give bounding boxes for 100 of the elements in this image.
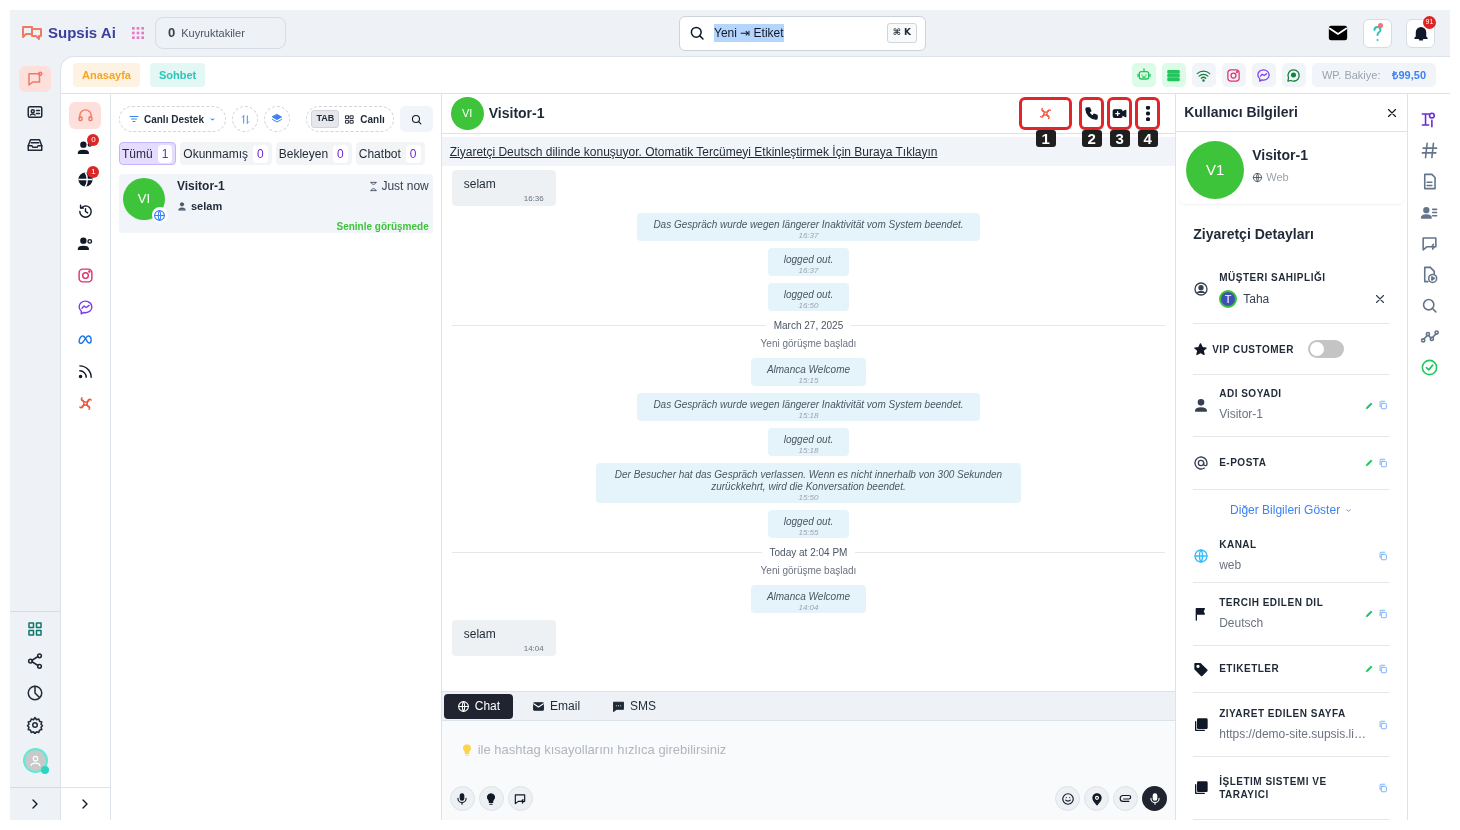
avatar: V1 bbox=[1186, 140, 1245, 199]
phone-icon bbox=[1084, 106, 1100, 121]
annotation-marker: 4 bbox=[1137, 130, 1158, 147]
channel-tab[interactable]: SMS bbox=[599, 693, 670, 719]
field-label: TERCIH EDILEN DIL bbox=[1219, 595, 1324, 609]
instagram-icon[interactable] bbox=[1226, 67, 1242, 83]
system-message: Almanca Welcome 15:15 bbox=[750, 358, 867, 386]
pie-chart-icon[interactable] bbox=[26, 684, 44, 702]
filter-tab[interactable]: Okunmamış 0 bbox=[180, 142, 272, 165]
channel-tab[interactable]: Email bbox=[519, 693, 594, 719]
balance-panel: WP. Bakiye: ₺99,50 bbox=[1311, 63, 1436, 87]
field-value: Visitor-1 bbox=[1219, 406, 1264, 424]
field-value: Deutsch bbox=[1219, 614, 1265, 632]
owner-name: Taha bbox=[1243, 291, 1270, 309]
filter-tab[interactable]: Chatbot 0 bbox=[355, 142, 425, 165]
question-mark-icon bbox=[1373, 24, 1382, 42]
show-more-link[interactable]: Diğer Bilgileri Göster bbox=[1230, 501, 1341, 520]
quick-reply-icon[interactable] bbox=[1419, 234, 1439, 253]
mail-icon bbox=[532, 699, 546, 713]
globe-icon bbox=[1193, 548, 1210, 565]
chat-person-icon[interactable] bbox=[1286, 67, 1302, 83]
microphone-button[interactable] bbox=[449, 786, 475, 811]
location-button[interactable] bbox=[1084, 786, 1110, 811]
hashtag-icon[interactable] bbox=[1419, 141, 1439, 160]
conversation-status: Seninle görüşmede bbox=[336, 219, 429, 234]
search-icon bbox=[409, 112, 423, 126]
stacked-pages-icon bbox=[1193, 716, 1210, 733]
conversation-note: Yeni görüşme başladı bbox=[760, 337, 857, 351]
channel-name: Web bbox=[1266, 170, 1289, 186]
channel-tab[interactable]: Chat bbox=[443, 693, 514, 719]
share-icon[interactable] bbox=[26, 652, 44, 670]
count-badge: 0 bbox=[87, 134, 100, 146]
quick-reply-icon bbox=[513, 791, 528, 806]
check-circle-icon[interactable] bbox=[1419, 358, 1439, 377]
field-label: ADI SOYADI bbox=[1219, 387, 1282, 401]
queue-counter[interactable]: 0 Kuyruktakiler bbox=[155, 17, 286, 49]
person-icon bbox=[176, 201, 187, 212]
messenger-icon bbox=[77, 299, 94, 316]
date-divider: March 27, 2025 bbox=[773, 319, 844, 333]
node-graph-icon[interactable] bbox=[1419, 327, 1439, 346]
headset-icon bbox=[77, 107, 94, 124]
field-label: ETIKETLER bbox=[1219, 662, 1280, 676]
contact-card-icon bbox=[26, 103, 44, 121]
attachment-button[interactable] bbox=[1113, 786, 1139, 811]
channel-nav-item[interactable]: 1 bbox=[69, 166, 102, 193]
field-value: https://demo-site.supsis.li… bbox=[1219, 725, 1366, 743]
system-message: logged out. 15:18 bbox=[767, 428, 850, 456]
more-icon bbox=[1145, 106, 1150, 121]
channel-nav-item[interactable]: 0 bbox=[69, 134, 102, 161]
quick-reply-button[interactable] bbox=[507, 786, 533, 811]
avatar: VI bbox=[450, 97, 484, 130]
system-message: Der Besucher hat das Gespräch verlassen. Wenn es nicht innerhalb von 300 Sekunden zurückkehrt, wird die Konversation beendet. 15:50 bbox=[595, 463, 1021, 503]
voice-record-button[interactable] bbox=[1142, 786, 1168, 811]
system-message: logged out. 16:37 bbox=[767, 248, 850, 276]
globe-icon bbox=[456, 699, 470, 713]
annotation-marker: 3 bbox=[1109, 130, 1130, 147]
chat-bubble-icon bbox=[26, 70, 44, 88]
vip-toggle[interactable] bbox=[1307, 340, 1344, 359]
avatar: VI bbox=[122, 178, 165, 220]
light-bulb-button[interactable] bbox=[478, 786, 504, 811]
filter-tab[interactable]: Bekleyen 0 bbox=[275, 142, 352, 165]
sms-icon bbox=[612, 699, 626, 713]
person-icon bbox=[1193, 397, 1210, 414]
system-message: logged out. 15:55 bbox=[767, 510, 850, 538]
annotation-marker: 1 bbox=[1035, 130, 1056, 147]
bell-icon bbox=[1411, 24, 1430, 42]
settings-icon[interactable] bbox=[26, 716, 44, 734]
messenger-icon[interactable] bbox=[1256, 67, 1272, 83]
field-label: E-POSTA bbox=[1219, 456, 1267, 470]
filter-tab[interactable]: Tümü 1 bbox=[118, 142, 177, 165]
apps-grid-icon[interactable] bbox=[26, 620, 44, 638]
at-sign-icon bbox=[1193, 454, 1210, 471]
field-value: web bbox=[1219, 557, 1243, 575]
user-gear-icon bbox=[77, 235, 94, 252]
globe-icon bbox=[153, 208, 167, 222]
globe-icon bbox=[1252, 172, 1264, 184]
users-icon bbox=[77, 139, 94, 156]
star-icon bbox=[1193, 341, 1209, 357]
owner-avatar: T bbox=[1219, 290, 1238, 309]
contact-name: Visitor-1 bbox=[1252, 146, 1308, 166]
message-input[interactable]: ile hashtag kısayollarını hızlıca girebilirsiniz bbox=[477, 740, 1168, 760]
location-icon bbox=[1089, 791, 1104, 806]
panel-title: Kullanıcı Bilgileri bbox=[1184, 103, 1298, 123]
field-label: MÜŞTERI SAHIPLIĞI bbox=[1219, 270, 1327, 286]
emoji-button[interactable] bbox=[1055, 786, 1081, 811]
user-circle-icon bbox=[1193, 281, 1210, 298]
contact-name: Visitor-1 bbox=[488, 104, 545, 123]
search-button[interactable] bbox=[399, 106, 433, 132]
microphone-icon bbox=[455, 791, 470, 806]
conversation-note: Yeni görüşme başladı bbox=[760, 564, 857, 578]
tag-icon bbox=[1193, 660, 1210, 677]
conversation-item[interactable]: VI Visitor-1 Just now selam Seninle görüşmede bbox=[118, 174, 433, 233]
search-field[interactable]: Yeni ⇥ Etiket ⌘ K bbox=[679, 15, 926, 51]
contact-name: Visitor-1 bbox=[176, 178, 225, 195]
search-icon bbox=[688, 24, 706, 42]
inbox-tray-icon bbox=[26, 136, 44, 154]
filter-icon bbox=[127, 113, 140, 125]
date-divider: Today at 2:04 PM bbox=[769, 546, 848, 560]
layers-icon bbox=[271, 113, 283, 125]
field-label: ZIYARET EDILEN SAYFA bbox=[1219, 706, 1347, 720]
